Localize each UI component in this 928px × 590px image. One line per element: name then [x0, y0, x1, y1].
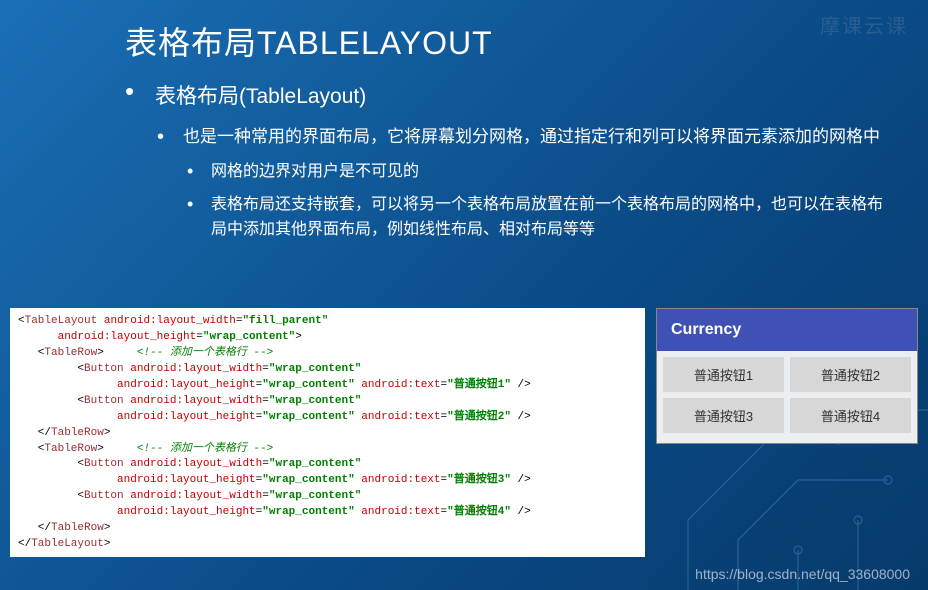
bullet-level-3: 网格的边界对用户是不可见的 — [125, 160, 888, 185]
table-row: 普通按钮3 普通按钮4 — [663, 398, 911, 433]
table-row: 普通按钮1 普通按钮2 — [663, 357, 911, 392]
bullet-level-2: 也是一种常用的界面布局，它将屏幕划分网格，通过指定行和列可以将界面元素添加的网格… — [125, 124, 888, 150]
slide-content: 表格布局(TableLayout) 也是一种常用的界面布局，它将屏幕划分网格，通… — [125, 80, 888, 251]
bullet-level-1: 表格布局(TableLayout) — [125, 80, 888, 110]
app-bar-title: Currency — [657, 309, 917, 351]
app-preview: Currency 普通按钮1 普通按钮2 普通按钮3 普通按钮4 — [656, 308, 918, 444]
app-button-3[interactable]: 普通按钮3 — [663, 398, 784, 433]
slide-title: 表格布局TABLELAYOUT — [125, 18, 493, 64]
app-button-4[interactable]: 普通按钮4 — [790, 398, 911, 433]
watermark-top: 摩课云课 — [820, 10, 908, 39]
bullet-level-3: 表格布局还支持嵌套，可以将另一个表格布局放置在前一个表格布局的网格中，也可以在表… — [125, 193, 888, 243]
app-button-2[interactable]: 普通按钮2 — [790, 357, 911, 392]
app-button-1[interactable]: 普通按钮1 — [663, 357, 784, 392]
app-table: 普通按钮1 普通按钮2 普通按钮3 普通按钮4 — [657, 351, 917, 443]
watermark-url: https://blog.csdn.net/qq_33608000 — [695, 566, 910, 582]
code-block: <TableLayout android:layout_width="fill_… — [10, 308, 645, 557]
